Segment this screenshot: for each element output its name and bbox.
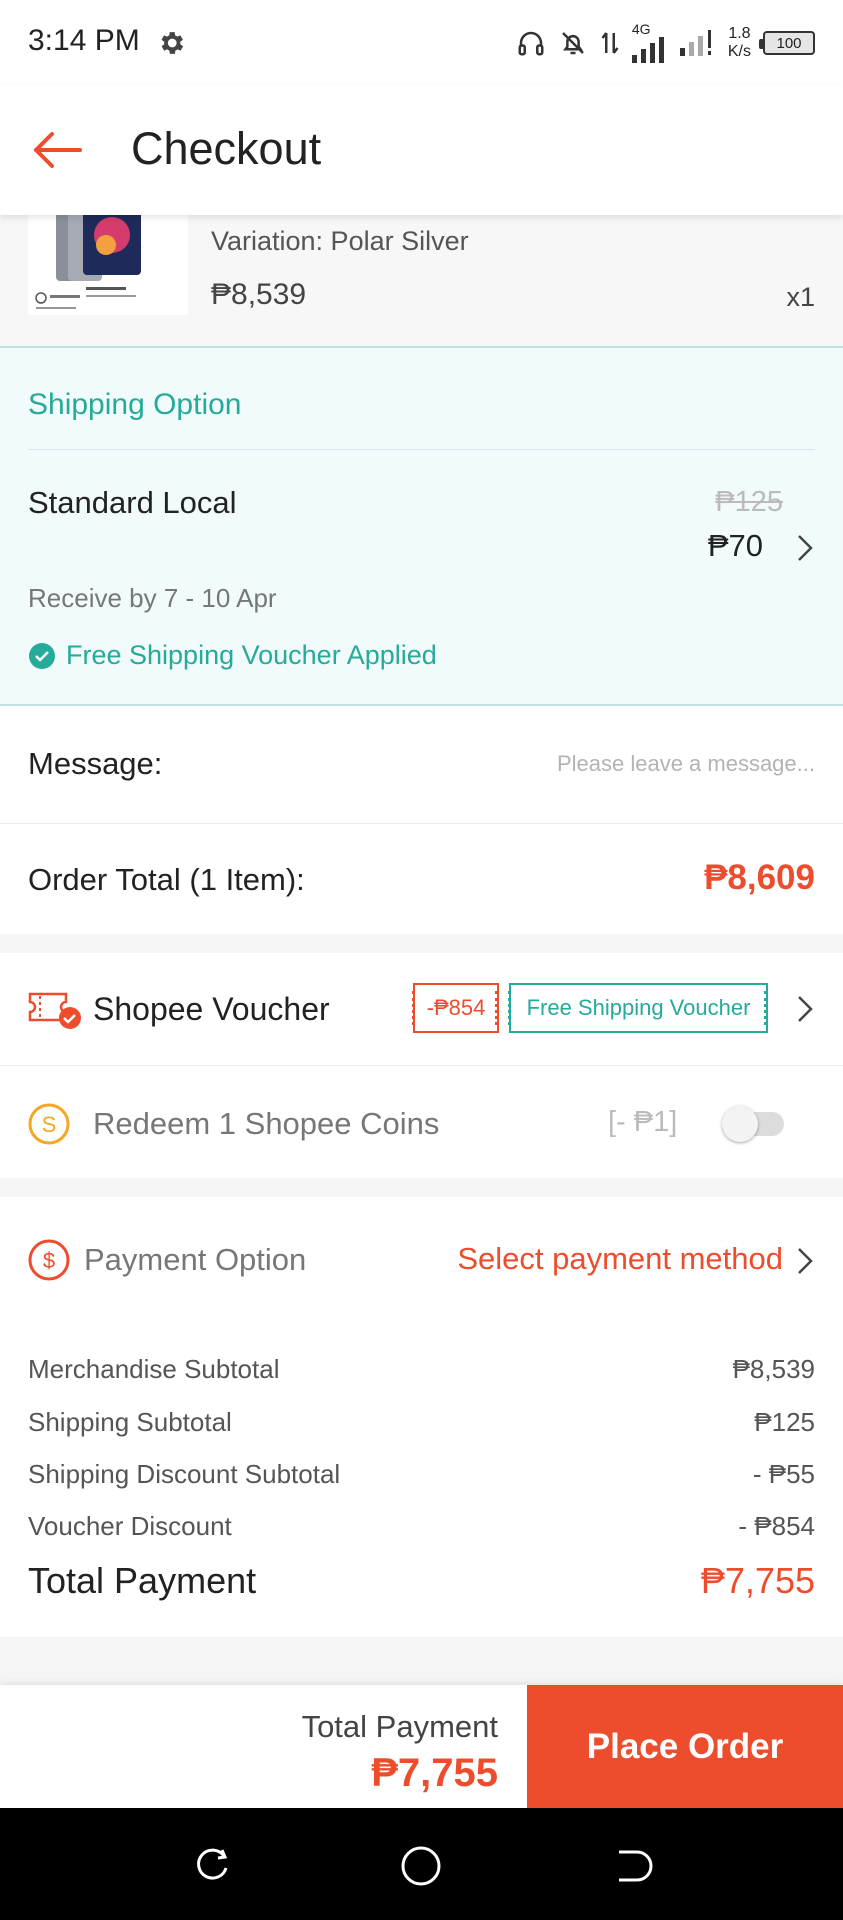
- shopee-coins-row: S Redeem 1 Shopee Coins [- ₱1]: [0, 1066, 843, 1178]
- coins-toggle[interactable]: [722, 1106, 784, 1142]
- summary-total: Total Payment ₱7,755: [28, 1560, 815, 1602]
- summary-value: - ₱854: [738, 1511, 815, 1541]
- page-title: Checkout: [131, 123, 322, 174]
- speed-value: 1.8: [728, 25, 751, 42]
- product-variation: Variation: Polar Silver: [211, 226, 469, 256]
- data-arrows-icon: [601, 32, 619, 54]
- shipping-method: Standard Local: [28, 485, 237, 520]
- dollar-icon: $: [28, 1239, 70, 1281]
- battery-icon: 100: [759, 31, 815, 55]
- signal-icon-2: [679, 30, 711, 56]
- chevron-right-icon[interactable]: [795, 1245, 815, 1277]
- place-order-button[interactable]: Place Order: [527, 1685, 843, 1808]
- system-nav-bar: [0, 1808, 843, 1920]
- voucher-applied-notice: Free Shipping Voucher Applied: [28, 640, 437, 671]
- back-icon[interactable]: [609, 1844, 653, 1888]
- network-speed: 1.8 K/s: [728, 25, 751, 61]
- gear-icon: [161, 32, 184, 54]
- bell-off-icon: [561, 32, 584, 55]
- summary-shipping: Shipping Subtotal ₱125: [28, 1407, 815, 1438]
- summary-value: ₱8,539: [732, 1354, 815, 1384]
- check-circle-icon: [29, 642, 55, 669]
- shipping-price: ₱70: [707, 528, 763, 563]
- order-total-value: ₱8,609: [704, 858, 815, 897]
- product-item[interactable]: Variation: Polar Silver ₱8,539 x1: [0, 215, 843, 346]
- signal-icon: [631, 37, 664, 63]
- summary-value: ₱125: [754, 1407, 815, 1437]
- voucher-icon: [28, 992, 81, 1029]
- total-payment-label: Total Payment: [28, 1560, 257, 1601]
- svg-text:$: $: [43, 1248, 55, 1273]
- product-price: ₱8,539: [211, 278, 307, 311]
- battery-level: 100: [776, 34, 802, 52]
- summary-label: Shipping Subtotal: [28, 1407, 232, 1437]
- message-label: Message:: [28, 746, 163, 781]
- coins-label: Redeem 1 Shopee Coins: [93, 1106, 440, 1141]
- summary-value: - ₱55: [752, 1459, 815, 1489]
- voucher-discount-tag: -₱854: [412, 983, 499, 1033]
- bottom-bar: Total Payment ₱7,755 Place Order: [0, 1685, 843, 1808]
- shipping-original-price: ₱125: [715, 486, 783, 518]
- order-total-label: Order Total (1 Item):: [28, 862, 305, 897]
- bottom-total-label: Total Payment: [301, 1709, 498, 1744]
- summary-shipping-discount: Shipping Discount Subtotal - ₱55: [28, 1459, 815, 1490]
- shopee-voucher-row[interactable]: Shopee Voucher -₱854 Free Shipping Vouch…: [0, 953, 843, 1066]
- header: Checkout: [0, 85, 843, 215]
- summary-label: Voucher Discount: [28, 1511, 232, 1541]
- bottom-total-value: ₱7,755: [371, 1751, 498, 1795]
- select-payment-link[interactable]: Select payment method: [457, 1241, 783, 1277]
- voucher-label: Shopee Voucher: [93, 991, 330, 1027]
- total-payment-value: ₱7,755: [700, 1560, 815, 1601]
- status-bar: 3:14 PM 4G 1.8 K/s 100: [0, 0, 843, 85]
- chevron-right-icon[interactable]: [795, 993, 815, 1025]
- shipping-eta: Receive by 7 - 10 Apr: [28, 583, 277, 613]
- network-label: 4G: [631, 21, 651, 37]
- product-quantity: x1: [786, 282, 815, 312]
- coin-icon: S: [28, 1103, 70, 1145]
- payment-section: $ Payment Option Select payment method M…: [0, 1197, 843, 1637]
- back-arrow-icon[interactable]: [28, 125, 88, 175]
- shipping-option-section[interactable]: Shipping Option Standard Local ₱125 ₱70 …: [0, 346, 843, 706]
- free-shipping-tag: Free Shipping Voucher: [508, 983, 768, 1033]
- shipping-title: Shipping Option: [28, 388, 242, 421]
- voucher-applied-text: Free Shipping Voucher Applied: [66, 640, 437, 670]
- divider: [28, 449, 815, 450]
- summary-merchandise: Merchandise Subtotal ₱8,539: [28, 1354, 815, 1385]
- signal-4g: 4G: [631, 21, 668, 63]
- summary-label: Merchandise Subtotal: [28, 1354, 280, 1384]
- coins-value: [- ₱1]: [608, 1106, 678, 1138]
- speed-unit: K/s: [727, 43, 751, 60]
- order-total-row: Order Total (1 Item): ₱8,609: [0, 824, 843, 934]
- summary-voucher-discount: Voucher Discount - ₱854: [28, 1511, 815, 1542]
- recent-apps-icon[interactable]: [190, 1844, 234, 1888]
- message-row: Message:: [0, 706, 843, 824]
- status-time: 3:14 PM: [28, 24, 140, 57]
- home-icon[interactable]: [399, 1844, 443, 1888]
- headphones-icon: [518, 31, 544, 56]
- chevron-right-icon[interactable]: [795, 532, 815, 564]
- toggle-knob: [722, 1106, 758, 1142]
- svg-text:S: S: [42, 1112, 57, 1137]
- message-input[interactable]: [455, 746, 815, 782]
- summary-label: Shipping Discount Subtotal: [28, 1459, 341, 1489]
- payment-option-label: Payment Option: [84, 1242, 307, 1277]
- product-image[interactable]: [28, 215, 188, 315]
